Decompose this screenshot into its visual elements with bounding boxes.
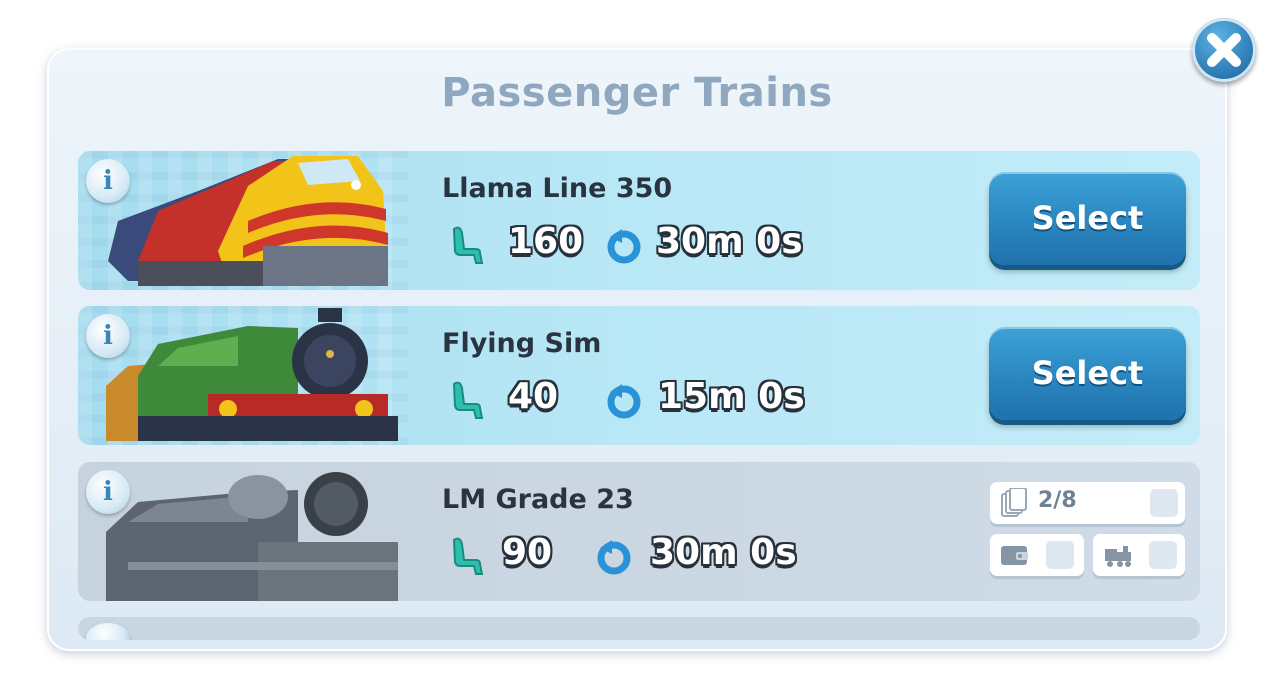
select-button[interactable]: Select: [989, 327, 1186, 420]
train-image-lm-grade-23: [106, 472, 398, 601]
refresh-icon: [597, 540, 631, 575]
close-button[interactable]: [1192, 18, 1256, 82]
train-slot: [1149, 541, 1177, 569]
info-button[interactable]: [86, 623, 130, 640]
capacity-value: 90: [502, 532, 553, 573]
refresh-icon: [607, 229, 641, 264]
requirement-wallet[interactable]: [990, 534, 1084, 576]
dialog-title: Passenger Trains: [441, 70, 833, 116]
refresh-icon: [607, 384, 641, 419]
train-name: Flying Sim: [442, 328, 602, 359]
train-row-partial: [78, 617, 1200, 640]
info-button[interactable]: i: [86, 314, 130, 358]
cards-count: 2/8: [1038, 488, 1077, 513]
train-name: LM Grade 23: [442, 484, 634, 515]
info-button[interactable]: i: [86, 159, 130, 203]
train-name: Llama Line 350: [442, 173, 673, 204]
requirement-train[interactable]: [1093, 534, 1185, 576]
train-row-lm-grade-23: i LM Grade 23 90 30m 0s 2/8: [78, 462, 1200, 601]
cards-icon: [1001, 488, 1027, 517]
time-value: 30m 0s: [650, 532, 797, 573]
select-button[interactable]: Select: [989, 172, 1186, 265]
info-button[interactable]: i: [86, 470, 130, 514]
wallet-slot: [1046, 541, 1074, 569]
cards-slot: [1150, 489, 1178, 517]
wallet-icon: [1001, 546, 1028, 565]
train-row-flying-sim: i Flying Sim 40 15m 0s Select: [78, 306, 1200, 445]
time-value: 30m 0s: [656, 221, 803, 262]
seat-icon: [452, 537, 484, 575]
seat-icon: [452, 226, 484, 264]
requirement-cards[interactable]: 2/8: [990, 482, 1185, 524]
train-row-llama-line-350: i Llama Line 350 160 30m 0s Select: [78, 151, 1200, 290]
train-image-llama-line-350: [108, 156, 388, 286]
time-value: 15m 0s: [658, 376, 805, 417]
capacity-value: 160: [508, 221, 584, 262]
capacity-value: 40: [508, 376, 559, 417]
train-image-flying-sim: [106, 308, 398, 441]
close-icon: [1207, 33, 1241, 67]
seat-icon: [452, 381, 484, 419]
train-icon: [1105, 546, 1131, 567]
